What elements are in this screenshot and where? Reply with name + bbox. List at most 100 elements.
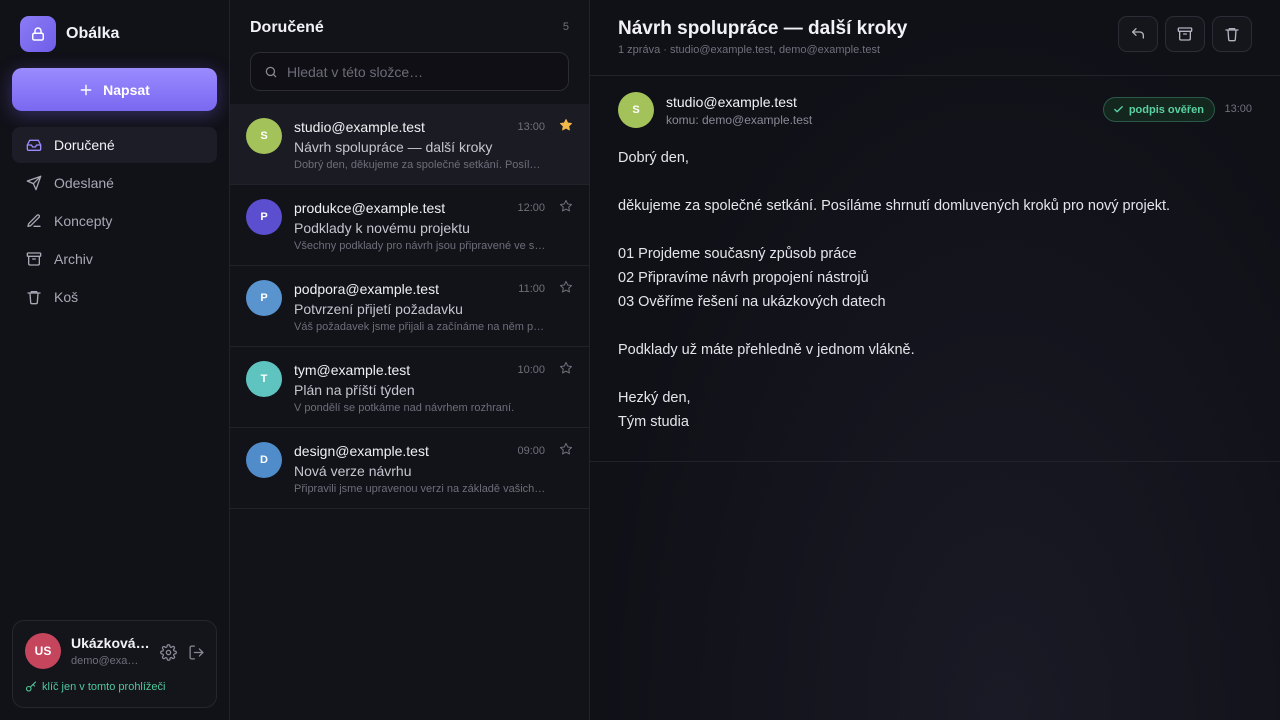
star-icon[interactable] [559,442,573,456]
archive-icon [25,251,42,268]
star-icon[interactable] [559,199,573,213]
list-item[interactable]: P produkce@example.test 12:00 Podklady k… [230,185,589,266]
brand: Obálka [20,16,119,52]
compose-label: Napsat [103,81,150,98]
avatar: P [246,280,282,316]
inbox-icon [25,137,42,154]
list-item-subject: Potvrzení přijetí požadavku [294,301,463,317]
message-time: 13:00 [1224,103,1252,115]
star-filled-icon[interactable] [559,118,573,132]
delete-button[interactable] [1212,16,1252,52]
avatar[interactable]: US [25,633,61,669]
status-badge: podpis ověřen [1102,97,1215,122]
list-item-sender: design@example.test [294,443,429,459]
body-line: 02 Připravíme návrh propojení nástrojů [618,270,869,286]
thread-meta: 1 zpráva · studio@example.test, demo@exa… [618,44,881,56]
list-item-preview: Připravili jsme upravenou verzi na zákla… [294,483,546,495]
account-card: US Ukázková… demo@exa… klíč jen v tomto … [12,620,217,708]
list-item-time: 10:00 [517,364,545,376]
sidebar-item-drafts[interactable]: Koncepty [12,203,217,239]
list-item-sender: studio@example.test [294,119,425,135]
list-item-sender: produkce@example.test [294,200,446,216]
list-item-sender: podpora@example.test [294,281,439,297]
message-count: 5 [562,21,569,33]
body-line: 01 Projdeme současný způsob práce [618,246,857,262]
folder-nav: Doručené Odeslané Koncepty Archiv Koš [12,127,217,317]
body-line: 03 Ověříme řešení na ukázkových datech [618,294,886,310]
list-item[interactable]: T tym@example.test 10:00 Plán na příští … [230,347,589,428]
sidebar-item-inbox[interactable]: Doručené [12,127,217,163]
trash-icon [25,289,42,306]
message-sender: studio@example.test [666,94,797,110]
sidebar-item-label: Koš [54,289,79,305]
sidebar-item-label: Doručené [54,137,115,153]
star-icon[interactable] [559,280,573,294]
message-rows: S studio@example.test 13:00 Návrh spolup… [230,104,589,509]
status-badge-label: podpis ověřen [1128,103,1204,116]
avatar: S [246,118,282,154]
search-icon [264,65,278,79]
list-item-subject: Nová verze návrhu [294,463,412,479]
list-item[interactable]: P podpora@example.test 11:00 Potvrzení p… [230,266,589,347]
account-name: Ukázková… [71,635,150,651]
sidebar-item-label: Koncepty [54,213,113,229]
folder-title: Doručené [250,19,324,36]
reading-pane: Návrh spolupráce — další kroky 1 zpráva … [590,0,1280,720]
archive-icon [1177,26,1193,42]
list-item-time: 12:00 [517,202,545,214]
list-item-preview: Všechny podklady pro návrh jsou připrave… [294,240,546,252]
search-input[interactable] [287,63,547,80]
avatar: P [246,199,282,235]
list-item[interactable]: D design@example.test 09:00 Nová verze n… [230,428,589,509]
gear-icon[interactable] [157,641,179,663]
avatar: D [246,442,282,478]
body-line: Dobrý den, [618,150,689,166]
message-list-panel: Doručené 5 S studio@example.test 13:00 N… [230,0,590,720]
star-icon[interactable] [559,361,573,375]
sidebar-item-archive[interactable]: Archiv [12,241,217,277]
body-line: Tým studia [618,414,689,430]
logout-icon[interactable] [185,641,207,663]
list-item-time: 11:00 [518,283,545,295]
message: S studio@example.test komu: demo@example… [590,76,1280,462]
list-item-preview: V pondělí se potkáme nad návrhem rozhran… [294,402,515,414]
check-icon [1113,104,1124,115]
sidebar-item-label: Odeslané [54,175,114,191]
list-item-subject: Podklady k novému projektu [294,220,470,236]
message-recipient: komu: demo@example.test [666,113,813,127]
avatar: T [246,361,282,397]
list-item-subject: Plán na příští týden [294,382,415,398]
sidebar: Obálka Napsat Doručené Odeslané Koncepty [0,0,230,720]
send-icon [25,175,42,192]
body-line: Podklady už máte přehledně v jednom vlák… [618,342,915,358]
sidebar-item-label: Archiv [54,251,93,267]
reply-button[interactable] [1118,16,1158,52]
avatar: S [618,92,654,128]
list-item-preview: Dobrý den, děkujeme za společné setkání.… [294,159,546,171]
search-box[interactable] [250,52,569,91]
key-note: klíč jen v tomto prohlížeči [25,681,166,693]
list-item-subject: Návrh spolupráce — další kroky [294,139,493,155]
compose-button[interactable]: Napsat [12,68,217,111]
list-item[interactable]: S studio@example.test 13:00 Návrh spolup… [230,104,589,185]
thread-title: Návrh spolupráce — další kroky [618,18,908,39]
thread-header: Návrh spolupráce — další kroky 1 zpráva … [590,0,1280,76]
app-name: Obálka [66,25,120,42]
key-note-text: klíč jen v tomto prohlížeči [42,681,166,693]
lock-icon [20,16,56,52]
message-body: Dobrý den, děkujeme za společné setkání.… [618,146,1248,434]
list-item-preview: Váš požadavek jsme přijali a začínáme na… [294,321,546,333]
pen-icon [25,213,42,230]
key-icon [25,681,37,693]
sidebar-item-sent[interactable]: Odeslané [12,165,217,201]
plus-icon [79,83,93,97]
archive-button[interactable] [1165,16,1205,52]
thread-actions [1118,16,1252,52]
reply-icon [1130,26,1146,42]
list-item-time: 09:00 [517,445,545,457]
list-item-time: 13:00 [517,121,545,133]
body-line: Hezký den, [618,390,691,406]
sidebar-item-trash[interactable]: Koš [12,279,217,315]
body-line: děkujeme za společné setkání. Posíláme s… [618,198,1171,214]
trash-icon [1224,26,1240,42]
